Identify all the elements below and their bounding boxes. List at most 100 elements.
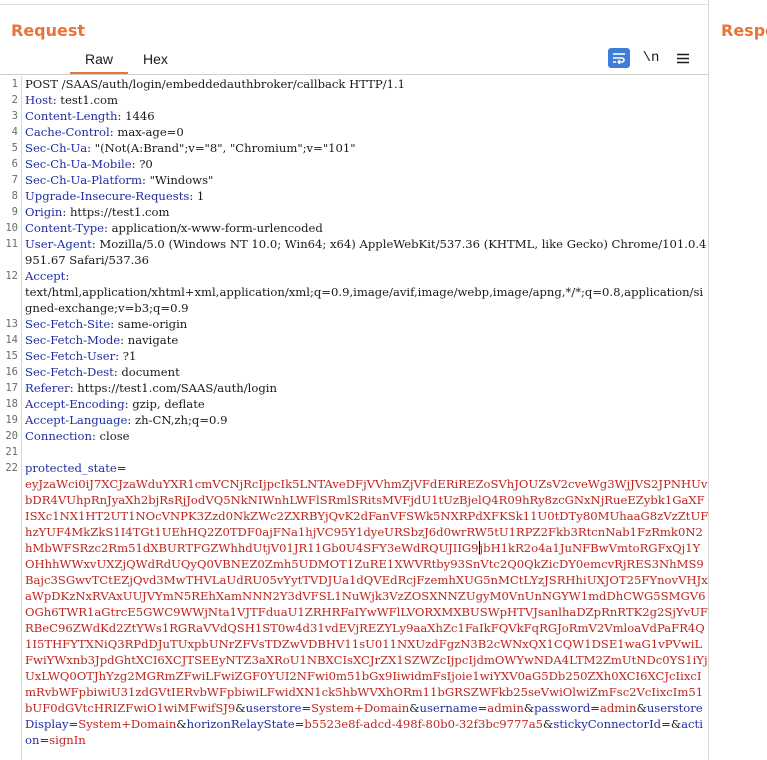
response-panel: Respo: [710, 0, 767, 760]
header-key: Accept-Encoding: [25, 397, 125, 411]
param-value: System+Domain: [78, 717, 177, 731]
header-value: "Windows": [149, 173, 214, 187]
header-key: Sec-Ch-Ua-Platform: [25, 173, 142, 187]
header-text: Connection: close: [21, 428, 709, 444]
header-line: 16 Sec-Fetch-Dest: document: [0, 364, 709, 380]
request-panel: Request Raw Hex \n 1 POST /SAAS/auth/log…: [0, 0, 709, 760]
header-text: Content-Length: 1446: [21, 108, 709, 124]
header-key: Accept-Language: [25, 413, 128, 427]
header-key: Sec-Ch-Ua: [25, 141, 88, 155]
header-text: Sec-Fetch-User: ?1: [21, 348, 709, 364]
header-line: 7 Sec-Ch-Ua-Platform: "Windows": [0, 172, 709, 188]
header-value: ?1: [122, 349, 137, 363]
tabs-divider: [0, 74, 709, 75]
header-line: 11 User-Agent: Mozilla/5.0 (Windows NT 10…: [0, 236, 709, 268]
param-key: userstore: [245, 701, 302, 715]
header-value: application/x-www-form-urlencoded: [111, 221, 323, 235]
header-separator: :: [189, 189, 197, 203]
header-separator: :: [115, 349, 123, 363]
header-line: 17 Referer: https://test1.com/SAAS/auth/l…: [0, 380, 709, 396]
line-number: 4: [11, 126, 18, 138]
header-value: 1: [196, 189, 205, 203]
param-key-protected-state: protected_state: [25, 461, 117, 475]
param-separator: &: [235, 701, 246, 715]
protected-state-value-part2: jbH1kR2o4a1JuNFBwVmtoRGFxQj1YOHhhWWxvUXZ…: [25, 541, 708, 715]
header-text: Sec-Ch-Ua-Platform: "Windows": [21, 172, 709, 188]
raw-request-editor[interactable]: 1 POST /SAAS/auth/login/embeddedauthbrok…: [0, 76, 709, 760]
header-key: Content-Length: [25, 109, 118, 123]
param-value: admin: [487, 701, 524, 715]
tab-hex[interactable]: Hex: [128, 48, 183, 74]
line-number: 11: [5, 238, 18, 250]
line-number: 8: [11, 190, 18, 202]
header-separator: :: [91, 429, 100, 443]
header-text: Sec-Ch-Ua-Mobile: ?0: [21, 156, 709, 172]
header-text: Host: test1.com: [21, 92, 709, 108]
blank-text: [21, 444, 709, 460]
header-line: 12 Accept: text/html,application/xhtml+xm…: [0, 268, 709, 316]
line-number: 1: [11, 78, 18, 90]
header-text: Accept: text/html,application/xhtml+xml,…: [21, 268, 709, 316]
header-line: 9 Origin: https://test1.com: [0, 204, 709, 220]
wrap-lines-button[interactable]: [608, 48, 630, 68]
header-key: User-Agent: [25, 237, 92, 251]
param-separator: &: [176, 717, 187, 731]
line-number: 19: [5, 414, 18, 426]
blank-line: 21: [0, 444, 709, 460]
header-line: 2 Host: test1.com: [0, 92, 709, 108]
body-line: 22 protected_state= eyJzaWci0iJ7XCJzaWduY…: [0, 460, 709, 748]
line-number: 12: [5, 270, 18, 282]
header-separator: :: [87, 141, 95, 155]
line-number: 18: [5, 398, 18, 410]
header-key: Upgrade-Insecure-Requests: [25, 189, 190, 203]
body-text: protected_state= eyJzaWci0iJ7XCJzaWduYXR…: [21, 460, 709, 748]
header-key: Sec-Fetch-Dest: [25, 365, 114, 379]
line-number: 10: [5, 222, 18, 234]
param-separator: &: [409, 701, 420, 715]
line-number: 2: [11, 94, 18, 106]
header-key: Host: [25, 93, 53, 107]
header-value: same-origin: [117, 317, 188, 331]
request-tabs: Raw Hex: [70, 48, 183, 74]
header-text: Accept-Encoding: gzip, deflate: [21, 396, 709, 412]
param-separator: &: [543, 717, 554, 731]
line-number: 9: [11, 206, 18, 218]
header-key: Referer: [25, 381, 70, 395]
line-number: 6: [11, 158, 18, 170]
param-equals: =: [590, 701, 600, 715]
line-number: 14: [5, 334, 18, 346]
show-newlines-button[interactable]: \n: [640, 48, 662, 68]
param-value: admin: [599, 701, 637, 715]
editor-toolbar: \n: [608, 48, 694, 68]
header-text: Sec-Ch-Ua: "(Not(A:Brand";v="8", "Chromi…: [21, 140, 709, 156]
param-value: b5523e8f-adcd-498f-80b0-32f3bc9777a5: [304, 717, 544, 731]
request-panel-title: Request: [11, 21, 86, 40]
header-line: 10 Content-Type: application/x-www-form-u…: [0, 220, 709, 236]
header-text: User-Agent: Mozilla/5.0 (Windows NT 10.0…: [21, 236, 709, 268]
header-line: 20 Connection: close: [0, 428, 709, 444]
header-key: Origin: [25, 205, 63, 219]
line-number: 20: [5, 430, 18, 442]
header-line: 4 Cache-Control: max-age=0: [0, 124, 709, 140]
header-key: Connection: [25, 429, 92, 443]
header-text: Referer: https://test1.com/SAAS/auth/log…: [21, 380, 709, 396]
param-value: signIn: [49, 733, 86, 747]
param-separator: &: [670, 717, 682, 731]
header-key: Content-Type: [25, 221, 105, 235]
tab-raw[interactable]: Raw: [70, 48, 129, 74]
header-line: 14 Sec-Fetch-Mode: navigate: [0, 332, 709, 348]
header-line: 13 Sec-Fetch-Site: same-origin: [0, 316, 709, 332]
header-value: navigate: [127, 333, 179, 347]
param-separator: &: [636, 701, 647, 715]
param-separator: &: [523, 701, 535, 715]
header-text: Sec-Fetch-Site: same-origin: [21, 316, 709, 332]
line-number: 13: [5, 318, 18, 330]
line-number: 22: [5, 462, 18, 474]
header-key: Sec-Fetch-User: [25, 349, 116, 363]
header-value: zh-CN,zh;q=0.9: [134, 413, 228, 427]
menu-button[interactable]: [672, 48, 694, 68]
header-separator: :: [141, 173, 150, 187]
header-separator: :: [104, 221, 112, 235]
header-value: https://test1.com/SAAS/auth/login: [77, 381, 277, 395]
header-value: gzip, deflate: [132, 397, 205, 411]
